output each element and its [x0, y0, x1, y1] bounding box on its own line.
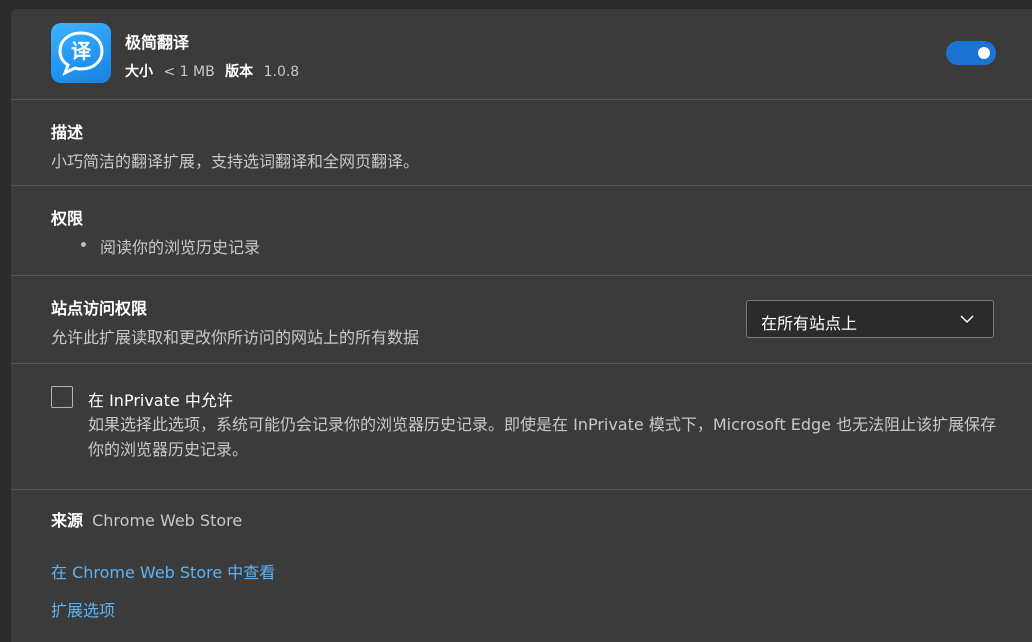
description-section: 描述 小巧简洁的翻译扩展，支持选词翻译和全网页翻译。 — [11, 100, 1032, 186]
extension-options-link[interactable]: 扩展选项 — [51, 597, 115, 621]
extension-details-card: 译 极简翻译 大小 < 1 MB 版本 1.0.8 描述 小巧简洁的翻译扩展，支… — [11, 9, 1032, 642]
site-access-title: 站点访问权限 — [51, 299, 148, 318]
permissions-title: 权限 — [51, 209, 84, 228]
inprivate-label: 在 InPrivate 中允许 — [88, 391, 233, 410]
toggle-knob — [978, 47, 990, 59]
chevron-down-icon — [960, 315, 974, 324]
permissions-section: 权限 阅读你的浏览历史记录 — [11, 186, 1032, 276]
view-in-store-link[interactable]: 在 Chrome Web Store 中查看 — [51, 559, 275, 583]
extension-meta: 大小 < 1 MB 版本 1.0.8 — [125, 61, 299, 81]
source-value: Chrome Web Store — [92, 511, 243, 530]
inprivate-description: 如果选择此选项，系统可能仍会记录你的浏览器历史记录。即使是在 InPrivate… — [88, 415, 997, 459]
translate-chat-icon: 译 — [51, 23, 111, 83]
size-label: 大小 — [125, 64, 153, 80]
permission-item-text: 阅读你的浏览历史记录 — [100, 238, 261, 257]
version-value: 1.0.8 — [263, 64, 300, 80]
description-text: 小巧简洁的翻译扩展，支持选词翻译和全网页翻译。 — [51, 152, 420, 171]
inprivate-checkbox[interactable] — [51, 386, 73, 408]
source-label: 来源 — [51, 511, 84, 530]
permission-item: 阅读你的浏览历史记录 — [81, 234, 260, 258]
site-access-selected: 在所有站点上 — [761, 314, 858, 333]
bullet-dot — [81, 242, 86, 247]
source-row: 来源 Chrome Web Store — [51, 507, 242, 531]
site-access-dropdown[interactable]: 在所有站点上 — [746, 300, 994, 338]
extension-enable-toggle[interactable] — [946, 41, 996, 65]
version-label: 版本 — [225, 64, 254, 80]
size-value: < 1 MB — [163, 64, 215, 80]
extension-name: 极简翻译 — [125, 33, 190, 52]
translate-chat-icon-graphic: 译 — [58, 31, 104, 77]
description-title: 描述 — [51, 123, 84, 142]
icon-glyph: 译 — [71, 39, 92, 63]
extension-header: 译 极简翻译 大小 < 1 MB 版本 1.0.8 — [11, 9, 1032, 100]
site-access-text: 允许此扩展读取和更改你所访问的网站上的所有数据 — [51, 328, 420, 347]
